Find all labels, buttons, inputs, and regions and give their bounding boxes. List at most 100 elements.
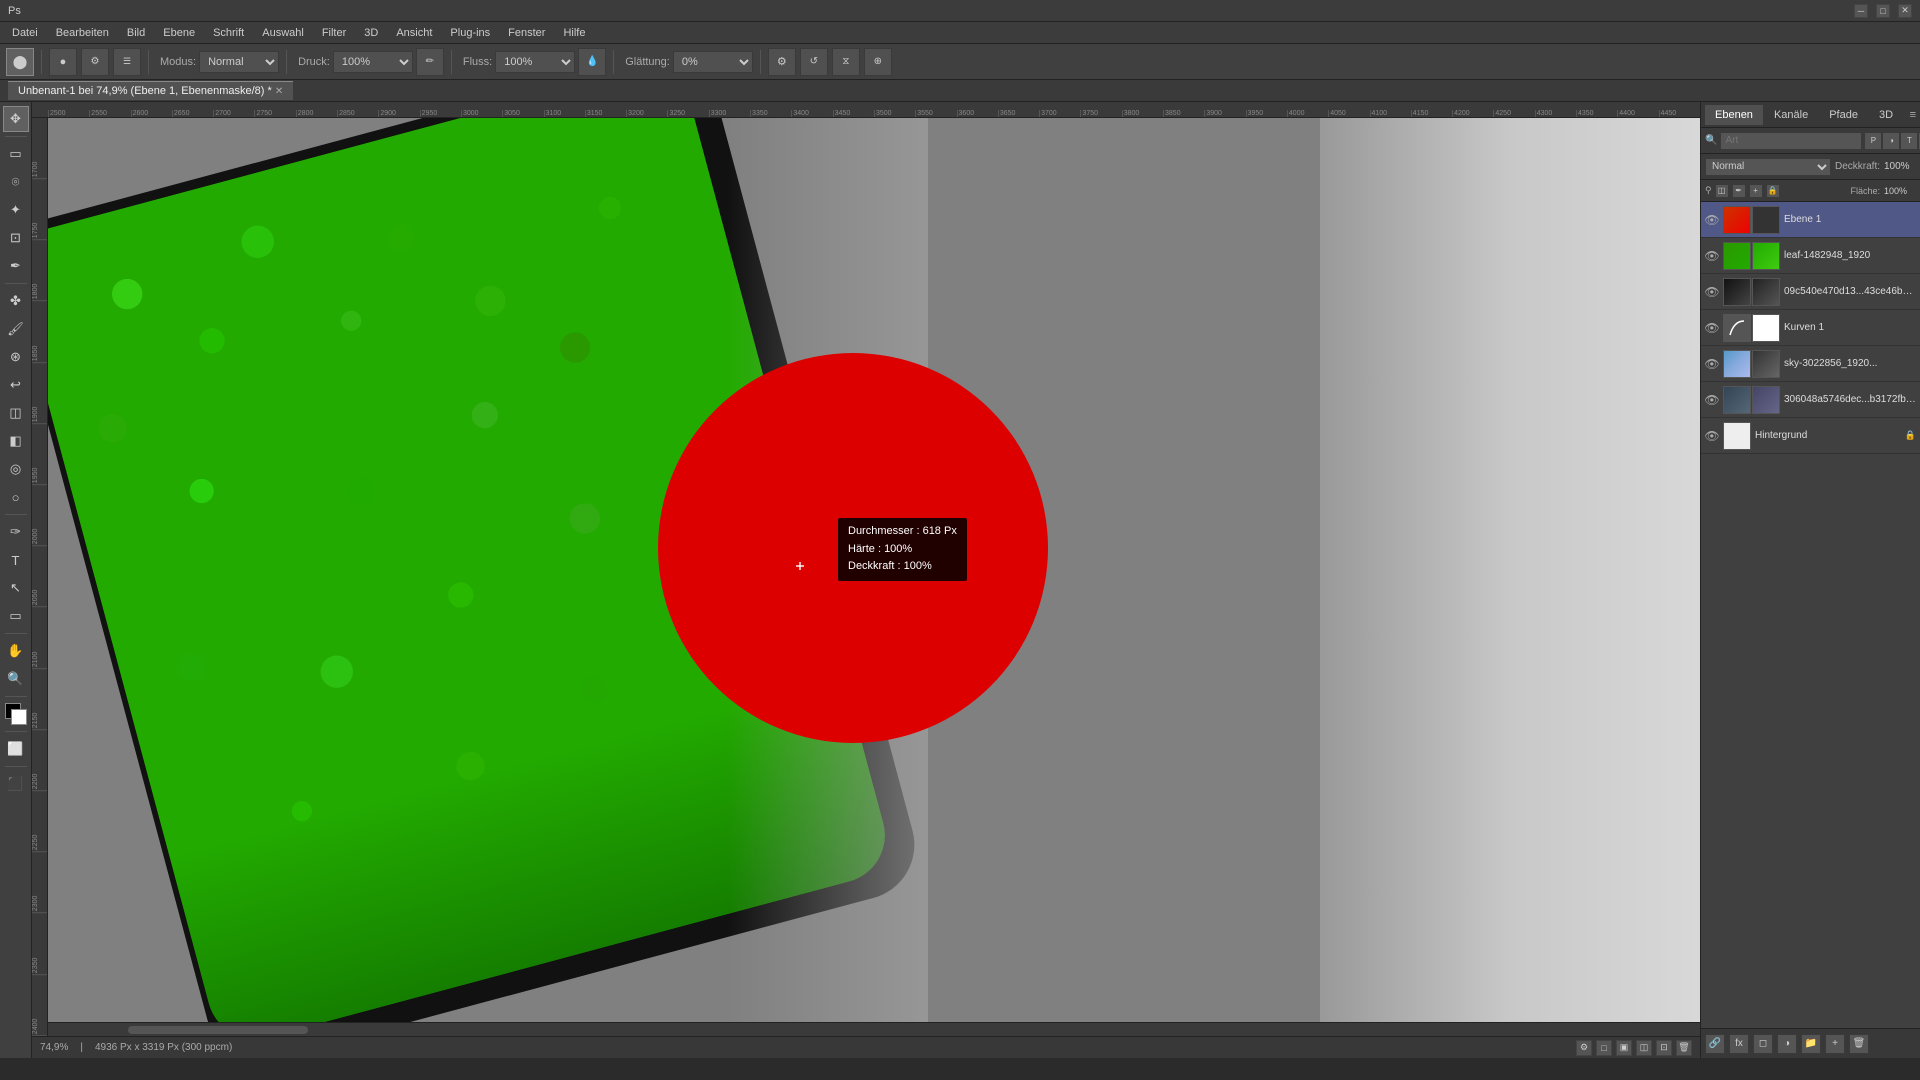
- path-select-tool[interactable]: ↖: [3, 575, 29, 601]
- menu-schrift[interactable]: Schrift: [205, 25, 252, 41]
- status-tool2[interactable]: □: [1596, 1040, 1612, 1056]
- status-tool4[interactable]: ◫: [1636, 1040, 1652, 1056]
- menu-filter[interactable]: Filter: [314, 25, 354, 41]
- gradient-tool[interactable]: ◧: [3, 428, 29, 454]
- layer-item-dark[interactable]: 👁 09c540e470d13...43ce46bd18f3f2: [1701, 274, 1920, 310]
- menu-datei[interactable]: Datei: [4, 25, 46, 41]
- layer-visibility-toggle[interactable]: 👁: [1705, 285, 1719, 299]
- add-adjustment-btn[interactable]: ◑: [1777, 1034, 1797, 1054]
- tab-ebenen[interactable]: Ebenen: [1705, 105, 1763, 125]
- screen-mode-btn[interactable]: ⬛: [3, 771, 29, 797]
- pen-tool[interactable]: ✑: [3, 519, 29, 545]
- document-tab[interactable]: Unbenant-1 bei 74,9% (Ebene 1, Ebenenmas…: [8, 81, 293, 100]
- menu-hilfe[interactable]: Hilfe: [555, 25, 593, 41]
- menu-plugins[interactable]: Plug-ins: [442, 25, 498, 41]
- druck-dropdown[interactable]: 100%: [333, 51, 413, 73]
- add-group-btn[interactable]: 📁: [1801, 1034, 1821, 1054]
- brush-tool-icon[interactable]: ⬤: [6, 48, 34, 76]
- status-tool6[interactable]: 🗑: [1676, 1040, 1692, 1056]
- layer-item-leaf[interactable]: 👁 leaf-1482948_1920: [1701, 238, 1920, 274]
- layer-visibility-toggle[interactable]: 👁: [1705, 213, 1719, 227]
- layer-search-input[interactable]: [1720, 132, 1862, 150]
- menu-bild[interactable]: Bild: [119, 25, 153, 41]
- tab-kanaele[interactable]: Kanäle: [1764, 105, 1818, 125]
- layer-visibility-toggle[interactable]: 👁: [1705, 321, 1719, 335]
- layer-item-bg[interactable]: 👁 Hintergrund 🔒: [1701, 418, 1920, 454]
- marquee-tool[interactable]: ▭: [3, 141, 29, 167]
- symmetry-icon[interactable]: ⧖: [832, 48, 860, 76]
- crop-tool[interactable]: ⊡: [3, 225, 29, 251]
- layer-item-kurven[interactable]: 👁 Kurven 1: [1701, 310, 1920, 346]
- lock-all-btn[interactable]: 🔒: [1766, 184, 1780, 198]
- menu-auswahl[interactable]: Auswahl: [254, 25, 312, 41]
- quick-select-tool[interactable]: ✦: [3, 197, 29, 223]
- settings-icon[interactable]: ⚙: [768, 48, 796, 76]
- status-tool3[interactable]: ▣: [1616, 1040, 1632, 1056]
- minimize-button[interactable]: ─: [1854, 4, 1868, 18]
- layer-visibility-toggle[interactable]: 👁: [1705, 429, 1719, 443]
- eyedropper-tool[interactable]: ✒: [3, 253, 29, 279]
- color-swatch-fg[interactable]: [5, 703, 27, 725]
- close-document-icon[interactable]: ✕: [275, 86, 283, 97]
- quick-mask-btn[interactable]: ⬜: [3, 736, 29, 762]
- extra-icon[interactable]: ⊕: [864, 48, 892, 76]
- clone-tool[interactable]: ⊛: [3, 344, 29, 370]
- tab-3d[interactable]: 3D: [1869, 105, 1903, 125]
- status-tool5[interactable]: ⊡: [1656, 1040, 1672, 1056]
- fluss-icon[interactable]: 💧: [578, 48, 606, 76]
- menu-ebene[interactable]: Ebene: [155, 25, 203, 41]
- scrollbar-thumb-h[interactable]: [128, 1026, 308, 1034]
- dodge-tool[interactable]: ○: [3, 484, 29, 510]
- panel-collapse-icon[interactable]: ≡: [1910, 109, 1916, 121]
- filter-text-icon[interactable]: T: [1901, 133, 1917, 149]
- link-layers-btn[interactable]: 🔗: [1705, 1034, 1725, 1054]
- add-mask-btn[interactable]: ◻: [1753, 1034, 1773, 1054]
- druck-icon[interactable]: ✏: [416, 48, 444, 76]
- menu-fenster[interactable]: Fenster: [500, 25, 553, 41]
- text-tool[interactable]: T: [3, 547, 29, 573]
- glaettung-dropdown[interactable]: 0%: [673, 51, 753, 73]
- zoom-tool[interactable]: 🔍: [3, 666, 29, 692]
- move-tool[interactable]: ✥: [3, 106, 29, 132]
- hand-tool[interactable]: ✋: [3, 638, 29, 664]
- ruler-tick: 3800: [1122, 110, 1163, 117]
- menu-3d[interactable]: 3D: [356, 25, 386, 41]
- close-button[interactable]: ✕: [1898, 4, 1912, 18]
- lock-paint-btn[interactable]: ✒: [1732, 184, 1746, 198]
- ruler-tick: 4400: [1617, 110, 1658, 117]
- horizontal-scrollbar[interactable]: [48, 1022, 1700, 1036]
- brush-settings-icon[interactable]: ⚙: [81, 48, 109, 76]
- lock-pos-btn[interactable]: +: [1749, 184, 1763, 198]
- menu-bearbeiten[interactable]: Bearbeiten: [48, 25, 117, 41]
- maximize-button[interactable]: □: [1876, 4, 1890, 18]
- layer-item-misc[interactable]: 👁 306048a5746dec...b3172fb3a6c08: [1701, 382, 1920, 418]
- brush-options-icon[interactable]: ☰: [113, 48, 141, 76]
- layer-visibility-toggle[interactable]: 👁: [1705, 393, 1719, 407]
- status-tool1[interactable]: ⚙: [1576, 1040, 1592, 1056]
- tab-pfade[interactable]: Pfade: [1819, 105, 1868, 125]
- add-style-btn[interactable]: fx: [1729, 1034, 1749, 1054]
- filter-pixel-icon[interactable]: P: [1865, 133, 1881, 149]
- delete-layer-btn[interactable]: 🗑: [1849, 1034, 1869, 1054]
- angle-icon[interactable]: ↺: [800, 48, 828, 76]
- lock-transparent-btn[interactable]: ◫: [1715, 184, 1729, 198]
- brush-preset-icon[interactable]: ●: [49, 48, 77, 76]
- menu-ansicht[interactable]: Ansicht: [388, 25, 440, 41]
- brush-tool[interactable]: 🖌: [3, 316, 29, 342]
- mode-dropdown[interactable]: Normal: [199, 51, 279, 73]
- eraser-tool[interactable]: ◫: [3, 400, 29, 426]
- canvas-area[interactable]: Durchmesser : 618 Px Härte : 100% Deckkr…: [48, 118, 1700, 1036]
- layer-visibility-toggle[interactable]: 👁: [1705, 249, 1719, 263]
- filter-adj-icon[interactable]: ◑: [1883, 133, 1899, 149]
- add-layer-btn[interactable]: +: [1825, 1034, 1845, 1054]
- layer-item-sky[interactable]: 👁 sky-3022856_1920...: [1701, 346, 1920, 382]
- spot-heal-tool[interactable]: ✤: [3, 288, 29, 314]
- blur-tool[interactable]: ◎: [3, 456, 29, 482]
- lasso-tool[interactable]: ⌾: [3, 169, 29, 195]
- layer-visibility-toggle[interactable]: 👁: [1705, 357, 1719, 371]
- fluss-dropdown[interactable]: 100%: [495, 51, 575, 73]
- layer-item-ebene1[interactable]: 👁 Ebene 1: [1701, 202, 1920, 238]
- shape-tool[interactable]: ▭: [3, 603, 29, 629]
- blend-mode-dropdown[interactable]: Normal: [1705, 158, 1831, 176]
- history-tool[interactable]: ↩: [3, 372, 29, 398]
